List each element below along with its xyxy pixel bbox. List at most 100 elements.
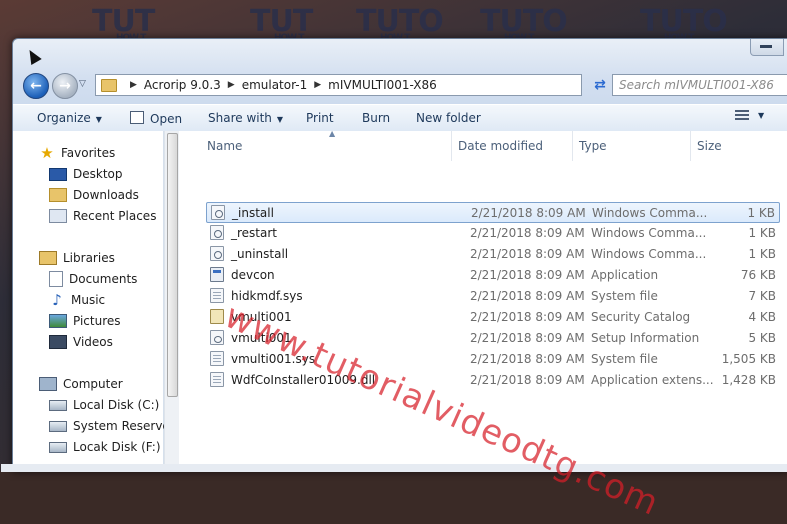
- minimize-button[interactable]: [750, 39, 784, 56]
- share-with-label: Share with: [208, 111, 272, 125]
- sidebar-item-pictures[interactable]: Pictures: [49, 311, 121, 331]
- sidebar-item-local-disk-c[interactable]: Local Disk (C:): [49, 395, 159, 415]
- desktop-icon: [49, 167, 67, 181]
- sidebar-item-videos[interactable]: Videos: [49, 332, 113, 352]
- back-button[interactable]: ←: [23, 73, 49, 99]
- system-file-icon: [210, 351, 224, 366]
- file-name: hidkmdf.sys: [231, 289, 303, 303]
- forward-arrow-icon: →: [59, 78, 71, 94]
- forward-button[interactable]: →: [52, 73, 78, 99]
- drive-icon: [49, 441, 67, 453]
- breadcrumb-chevron-icon[interactable]: ▶: [130, 80, 137, 90]
- sidebar-item-desktop[interactable]: Desktop: [49, 164, 123, 184]
- command-toolbar: Organize ▼ Open Share with ▼ Print Burn Ne…: [13, 104, 787, 132]
- navigation-bar: ← → ▽ ▶ Acrorip 9.0.3 ▶ emulator-1 ▶ mIV…: [13, 69, 787, 101]
- print-button[interactable]: Print: [306, 111, 334, 125]
- open-icon: [130, 111, 144, 124]
- sidebar-item-label: Desktop: [73, 167, 123, 181]
- sidebar-item-recent-places[interactable]: Recent Places: [49, 206, 156, 226]
- column-header-date[interactable]: Date modified: [452, 131, 573, 161]
- sidebar-item-favorites[interactable]: ★ Favorites: [39, 143, 115, 163]
- file-type: Windows Comma...: [591, 247, 707, 261]
- table-row[interactable]: vmulti001 2/21/2018 8:09 AM Setup Informat…: [206, 328, 780, 349]
- table-row[interactable]: WdfCoInstaller01009.dll 2/21/2018 8:09 AM…: [206, 370, 780, 391]
- file-type: Application: [591, 268, 659, 282]
- organize-label: Organize: [37, 111, 91, 125]
- sidebar-item-label: Videos: [73, 335, 113, 349]
- burn-button[interactable]: Burn: [362, 111, 390, 125]
- file-size: 1 KB: [748, 247, 776, 261]
- sidebar-item-computer[interactable]: Computer: [39, 374, 123, 394]
- address-bar[interactable]: ▶ Acrorip 9.0.3 ▶ emulator-1 ▶ mIVMULTI0…: [95, 74, 582, 96]
- sidebar-item-downloads[interactable]: Downloads: [49, 185, 139, 205]
- breadcrumb-item[interactable]: emulator-1: [242, 78, 308, 92]
- table-row[interactable]: vmulti001.sys 2/21/2018 8:09 AM System fil…: [206, 349, 780, 370]
- chevron-down-icon: ▽: [79, 79, 86, 89]
- sidebar-item-music[interactable]: ♪ Music: [49, 290, 105, 310]
- file-type: Application extens...: [591, 373, 714, 387]
- column-header-name[interactable]: Name ▲: [179, 129, 452, 161]
- pictures-icon: [49, 314, 67, 328]
- file-type: Windows Comma...: [592, 206, 708, 220]
- drive-icon: [49, 420, 67, 432]
- table-row[interactable]: vmulti001 2/21/2018 8:09 AM Security Catal…: [206, 307, 780, 328]
- downloads-icon: [49, 188, 67, 202]
- chevron-down-icon[interactable]: ▼: [758, 111, 764, 120]
- navigation-pane: ★ Favorites Desktop Downloads Recent Plac…: [13, 131, 177, 472]
- batch-file-icon: [211, 205, 225, 220]
- table-row[interactable]: devcon 2/21/2018 8:09 AM Application 76 KB: [206, 265, 780, 286]
- sidebar-item-label: Recent Places: [73, 209, 157, 223]
- file-type: System file: [591, 289, 658, 303]
- file-size: 1 KB: [748, 226, 776, 240]
- navigation-pane-scrollbar[interactable]: [164, 131, 179, 472]
- explorer-window: ← → ▽ ▶ Acrorip 9.0.3 ▶ emulator-1 ▶ mIV…: [1, 38, 787, 472]
- file-date-modified: 2/21/2018 8:09 AM: [470, 289, 585, 303]
- file-name: WdfCoInstaller01009.dll: [231, 373, 376, 387]
- sidebar-item-local-disk-f[interactable]: Locak Disk (F:): [49, 437, 161, 457]
- system-file-icon: [210, 288, 224, 303]
- file-type: Setup Information: [591, 331, 700, 345]
- file-date-modified: 2/21/2018 8:09 AM: [470, 310, 585, 324]
- file-date-modified: 2/21/2018 8:09 AM: [470, 331, 585, 345]
- file-date-modified: 2/21/2018 8:09 AM: [470, 373, 585, 387]
- file-date-modified: 2/21/2018 8:09 AM: [470, 268, 585, 282]
- sidebar-header-label: Favorites: [61, 146, 116, 160]
- breadcrumb-item[interactable]: Acrorip 9.0.3: [144, 78, 221, 92]
- music-note-icon: ♪: [52, 291, 62, 309]
- file-type: Security Catalog: [591, 310, 691, 324]
- dll-file-icon: [210, 372, 224, 387]
- share-with-button[interactable]: Share with ▼: [208, 111, 283, 125]
- breadcrumb-item[interactable]: mIVMULTI001-X86: [328, 78, 437, 92]
- organize-button[interactable]: Organize ▼: [37, 111, 102, 125]
- table-row[interactable]: _uninstall 2/21/2018 8:09 AM Windows Comma…: [206, 244, 780, 265]
- sidebar-item-label: System Reserved: [73, 419, 178, 433]
- sidebar-item-label: Pictures: [73, 314, 121, 328]
- sidebar-item-documents[interactable]: Documents: [49, 269, 137, 289]
- table-row[interactable]: _install 2/21/2018 8:09 AM Windows Comma..…: [206, 202, 780, 223]
- column-header-type[interactable]: Type: [573, 131, 691, 161]
- sidebar-item-system-reserved[interactable]: System Reserved: [49, 416, 177, 436]
- videos-icon: [49, 335, 67, 349]
- file-list: Name ▲ Date modified Type Size _install 2/…: [179, 129, 787, 472]
- sidebar-item-libraries[interactable]: Libraries: [39, 248, 115, 268]
- chevron-down-icon: ▼: [95, 115, 102, 124]
- new-folder-button[interactable]: New folder: [416, 111, 481, 125]
- breadcrumb-chevron-icon[interactable]: ▶: [228, 80, 235, 90]
- breadcrumb-chevron-icon[interactable]: ▶: [314, 80, 321, 90]
- file-date-modified: 2/21/2018 8:09 AM: [470, 247, 585, 261]
- file-name: vmulti001.sys: [231, 352, 316, 366]
- refresh-button[interactable]: ⇄: [590, 74, 610, 96]
- recent-pages-button[interactable]: ▽: [79, 79, 86, 89]
- drive-icon: [49, 399, 67, 411]
- open-button[interactable]: Open: [130, 111, 182, 126]
- batch-file-icon: [210, 225, 224, 240]
- application-icon: [210, 267, 224, 282]
- column-header-size[interactable]: Size: [691, 131, 781, 161]
- recent-places-icon: [49, 209, 67, 223]
- search-input[interactable]: Search mIVMULTI001-X86: [612, 74, 787, 96]
- table-row[interactable]: hidkmdf.sys 2/21/2018 8:09 AM System file 7…: [206, 286, 780, 307]
- view-options-icon[interactable]: [735, 110, 749, 122]
- star-icon: ★: [40, 144, 54, 162]
- scrollbar-thumb[interactable]: [167, 133, 178, 397]
- table-row[interactable]: _restart 2/21/2018 8:09 AM Windows Comma..…: [206, 223, 780, 244]
